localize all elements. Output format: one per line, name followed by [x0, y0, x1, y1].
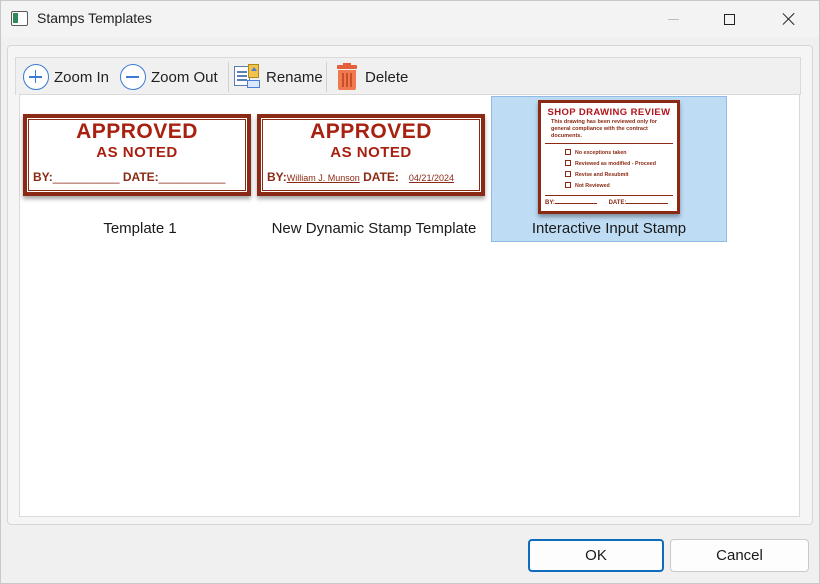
- stamp-thumbnail: SHOP DRAWING REVIEW This drawing has bee…: [538, 100, 680, 214]
- minimize-icon: [667, 18, 679, 20]
- stamp-line2: AS NOTED: [330, 144, 412, 161]
- stamp-date-label: DATE:: [608, 200, 627, 206]
- stamp-option: Reviewed as modified - Proceed: [575, 161, 656, 167]
- checkbox-icon: [565, 182, 571, 188]
- stamp-date-value: 04/21/2024: [408, 173, 454, 183]
- app-window-icon: [11, 11, 28, 26]
- delete-label: Delete: [365, 68, 409, 86]
- toolbar-separator: [326, 62, 327, 92]
- stamp-by-label: BY:: [545, 200, 555, 206]
- stamp-line1: APPROVED: [310, 120, 432, 143]
- zoom-out-label: Zoom Out: [151, 68, 218, 86]
- zoom-in-button[interactable]: Zoom In: [23, 62, 109, 92]
- stamp-by-value: __________: [52, 170, 120, 184]
- stamp-thumbnail: APPROVED AS NOTED BY:__________ DATE:___…: [23, 114, 251, 196]
- template-label: New Dynamic Stamp Template: [271, 220, 477, 237]
- stamp-divider: [545, 143, 673, 144]
- rename-label: Rename: [266, 68, 323, 86]
- minimize-button[interactable]: [645, 1, 701, 37]
- stamp-by-date-row: BY:William J. Munson DATE: 04/21/2024: [267, 170, 464, 184]
- stamp-date-label: DATE:: [122, 170, 159, 184]
- maximize-button[interactable]: [701, 1, 757, 37]
- zoom-out-button[interactable]: Zoom Out: [120, 62, 218, 92]
- stamp-date-value: __________: [158, 170, 226, 184]
- close-button[interactable]: [761, 1, 817, 37]
- close-icon: [782, 12, 796, 26]
- stamp-by-date-row: BY:__________ DATE:__________: [33, 170, 225, 184]
- zoom-in-label: Zoom In: [54, 68, 110, 86]
- template-label: Interactive Input Stamp: [531, 220, 687, 237]
- rename-button[interactable]: Rename: [233, 62, 323, 92]
- ok-button[interactable]: OK: [528, 539, 664, 572]
- stamp-by-date-row: BY: DATE:: [545, 200, 669, 206]
- template-label: Template 1: [103, 220, 177, 237]
- stamp-subtitle: This drawing has been reviewed only for …: [551, 119, 658, 139]
- rename-icon: [233, 64, 261, 90]
- maximize-icon: [723, 13, 735, 25]
- stamp-divider: [545, 195, 673, 196]
- stamp-title: SHOP DRAWING REVIEW: [547, 107, 671, 118]
- stamp-line1: APPROVED: [76, 120, 198, 143]
- template-tile-selected[interactable]: SHOP DRAWING REVIEW This drawing has bee…: [491, 96, 727, 242]
- stamp-line2: AS NOTED: [96, 144, 178, 161]
- stamp-option: Not Reviewed: [575, 183, 610, 189]
- stamp-by-label: BY:: [33, 170, 53, 184]
- toolbar: Zoom In Zoom Out Rename Delete: [15, 57, 801, 95]
- stamp-by-value: William J. Munson: [286, 173, 360, 183]
- stamps-templates-dialog: Stamps Templates Zoom In Zoom Out Rename: [0, 0, 820, 584]
- stamp-by-label: BY:: [267, 170, 287, 184]
- zoom-in-icon: [23, 64, 49, 90]
- stamp-option: Revise and Resubmit: [575, 172, 629, 178]
- checkbox-icon: [565, 171, 571, 177]
- stamp-option: No exceptions taken: [575, 150, 627, 156]
- templates-list[interactable]: APPROVED AS NOTED BY:__________ DATE:___…: [19, 94, 800, 517]
- cancel-button[interactable]: Cancel: [670, 539, 809, 572]
- checkbox-icon: [565, 149, 571, 155]
- template-tile[interactable]: APPROVED AS NOTED BY:__________ DATE:___…: [22, 97, 258, 243]
- title-bar: Stamps Templates: [1, 1, 819, 37]
- checkbox-icon: [565, 160, 571, 166]
- stamp-date-label: DATE:: [363, 170, 399, 184]
- template-tile[interactable]: APPROVED AS NOTED BY:William J. Munson D…: [256, 97, 492, 243]
- delete-button[interactable]: Delete: [335, 62, 408, 92]
- trash-icon: [335, 63, 359, 91]
- toolbar-separator: [228, 62, 229, 92]
- stamp-thumbnail: APPROVED AS NOTED BY:William J. Munson D…: [257, 114, 485, 196]
- window-title: Stamps Templates: [37, 10, 152, 26]
- zoom-out-icon: [120, 64, 146, 90]
